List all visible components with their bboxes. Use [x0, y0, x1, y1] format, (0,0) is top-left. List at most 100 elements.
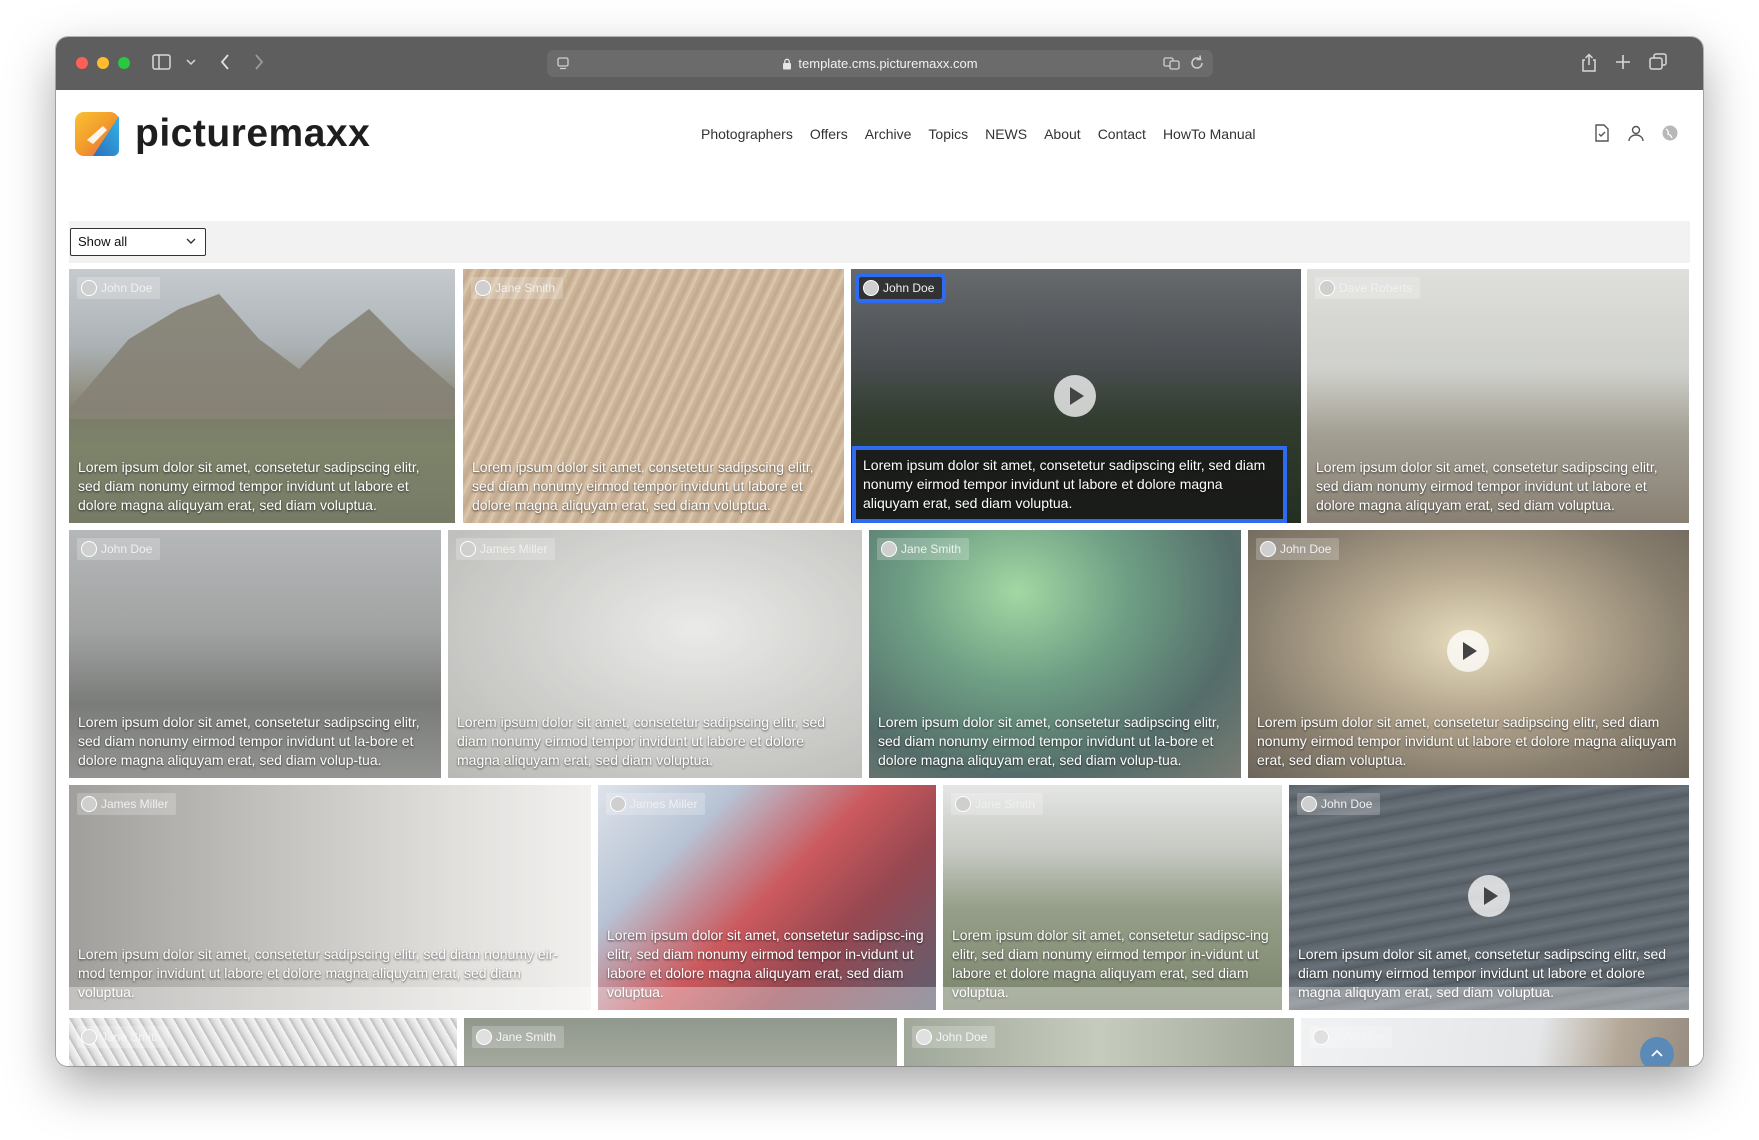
filter-select[interactable]: Show all — [70, 228, 206, 256]
chevron-up-icon — [1651, 1049, 1663, 1057]
media-tile[interactable]: John Doe Lorem ipsum dolor sit amet, con… — [1289, 785, 1689, 1010]
author-name: Jane Smith — [975, 797, 1036, 811]
minimize-window-button[interactable] — [97, 57, 109, 69]
media-tile[interactable]: Jane Smith Lorem ipsum dolor sit amet, c… — [943, 785, 1282, 1010]
nav-news[interactable]: NEWS — [985, 126, 1027, 142]
user-icon[interactable] — [1627, 124, 1645, 142]
avatar — [881, 541, 897, 557]
tile-caption: Lorem ipsum dolor sit amet, consetetur s… — [1257, 714, 1677, 768]
avatar — [610, 796, 626, 812]
tile-caption: Lorem ipsum dolor sit amet, consetetur s… — [457, 714, 826, 768]
author-name: James Miller — [480, 542, 548, 556]
lightbox-icon[interactable] — [1593, 124, 1611, 142]
back-icon[interactable] — [219, 53, 231, 71]
author-name: Jane Smith — [495, 281, 556, 295]
play-icon[interactable] — [1054, 375, 1096, 417]
avatar — [81, 796, 97, 812]
page-menu-icon[interactable] — [555, 55, 571, 71]
reload-icon[interactable] — [1189, 54, 1205, 72]
media-tile[interactable]: Jane Smith Lorem ipsum dolor sit amet, c… — [869, 530, 1241, 778]
media-tile[interactable]: John Doe Lorem ipsum dolor sit amet, con… — [69, 530, 441, 778]
author-badge[interactable]: John Doe — [1256, 538, 1340, 560]
author-name: John Doe — [1321, 797, 1373, 811]
avatar — [81, 541, 97, 557]
nav-topics[interactable]: Topics — [928, 126, 968, 142]
close-window-button[interactable] — [76, 57, 88, 69]
media-tile[interactable]: James Miller Lorem ipsum dolor sit amet,… — [69, 785, 591, 1010]
overlay — [56, 987, 1703, 1066]
forward-icon[interactable] — [253, 53, 265, 71]
filter-selected-value: Show all — [78, 234, 128, 249]
author-badge[interactable]: Jane Smith — [951, 793, 1044, 815]
site-header: picturemaxx Photographers Offers Archive… — [56, 90, 1703, 185]
tile-caption: Lorem ipsum dolor sit amet, consetetur s… — [78, 714, 420, 768]
nav-archive[interactable]: Archive — [865, 126, 912, 142]
author-badge[interactable]: John Doe — [77, 277, 161, 299]
avatar — [1319, 280, 1335, 296]
author-badge[interactable]: James Miller — [77, 793, 177, 815]
avatar — [81, 280, 97, 296]
author-badge[interactable]: John Doe — [1297, 793, 1381, 815]
tile-caption: Lorem ipsum dolor sit amet, consetetur s… — [852, 446, 1287, 523]
author-name: James Miller — [630, 797, 698, 811]
author-badge[interactable]: James Miller — [606, 793, 706, 815]
url-text: template.cms.picturemaxx.com — [798, 56, 978, 71]
author-badge[interactable]: Dave Roberts — [1315, 277, 1421, 299]
avatar — [460, 541, 476, 557]
avatar — [1301, 796, 1317, 812]
scroll-to-top-button[interactable] — [1640, 1037, 1674, 1066]
nav-contact[interactable]: Contact — [1098, 126, 1146, 142]
new-tab-icon[interactable] — [1614, 53, 1632, 71]
author-name: Dave Roberts — [1339, 281, 1413, 295]
chevron-down-icon[interactable] — [186, 59, 196, 67]
picturemaxx-logo-icon — [75, 112, 119, 156]
nav-offers[interactable]: Offers — [810, 126, 848, 142]
avatar — [1260, 541, 1276, 557]
avatar — [955, 796, 971, 812]
chevron-down-icon — [186, 238, 196, 244]
brand-logo[interactable]: picturemaxx — [73, 110, 370, 158]
author-name: John Doe — [101, 542, 153, 556]
web-page: picturemaxx Photographers Offers Archive… — [56, 90, 1703, 1066]
tile-caption: Lorem ipsum dolor sit amet, consetetur s… — [878, 714, 1220, 768]
brand-name: picturemaxx — [135, 112, 371, 155]
author-name: John Doe — [1280, 542, 1332, 556]
media-tile[interactable]: Dave Roberts Lorem ipsum dolor sit amet,… — [1307, 269, 1689, 523]
author-badge[interactable]: John Doe — [77, 538, 161, 560]
tab-overview-icon[interactable] — [1648, 53, 1668, 71]
nav-about[interactable]: About — [1044, 126, 1081, 142]
lock-icon — [783, 58, 792, 69]
browser-toolbar: template.cms.picturemaxx.com — [56, 37, 1703, 90]
author-badge[interactable]: Jane Smith — [471, 277, 564, 299]
author-name: John Doe — [883, 281, 935, 295]
nav-howto-manual[interactable]: HowTo Manual — [1163, 126, 1256, 142]
tile-caption: Lorem ipsum dolor sit amet, consetetur s… — [78, 459, 420, 513]
media-tile[interactable]: John Doe Lorem ipsum dolor sit amet, con… — [851, 269, 1301, 523]
author-badge[interactable]: James Miller — [456, 538, 556, 560]
author-name: Jane Smith — [901, 542, 962, 556]
zoom-window-button[interactable] — [118, 57, 130, 69]
author-badge[interactable]: John Doe — [854, 273, 947, 303]
author-badge[interactable]: Jane Smith — [877, 538, 970, 560]
tile-caption: Lorem ipsum dolor sit amet, consetetur s… — [472, 459, 814, 513]
play-icon[interactable] — [1468, 875, 1510, 917]
window-controls — [76, 57, 130, 69]
avatar — [863, 280, 879, 296]
browser-window: template.cms.picturemaxx.com picturemaxx… — [56, 37, 1703, 1066]
author-name: James Miller — [101, 797, 169, 811]
media-tile[interactable]: James Miller Lorem ipsum dolor sit amet,… — [448, 530, 862, 778]
translate-icon[interactable] — [1163, 54, 1181, 72]
media-tile[interactable]: John Doe Lorem ipsum dolor sit amet, con… — [69, 269, 455, 523]
address-bar[interactable]: template.cms.picturemaxx.com — [547, 50, 1213, 77]
media-tile[interactable]: Jane Smith Lorem ipsum dolor sit amet, c… — [463, 269, 844, 523]
media-tile[interactable]: John Doe Lorem ipsum dolor sit amet, con… — [1248, 530, 1689, 778]
header-actions — [1593, 124, 1679, 142]
sidebar-toggle-icon[interactable] — [152, 53, 172, 71]
media-tile[interactable]: James Miller Lorem ipsum dolor sit amet,… — [598, 785, 936, 1010]
globe-icon[interactable] — [1661, 124, 1679, 142]
play-icon[interactable] — [1447, 630, 1489, 672]
share-icon[interactable] — [1580, 53, 1598, 73]
nav-photographers[interactable]: Photographers — [701, 126, 793, 142]
main-nav: Photographers Offers Archive Topics NEWS… — [701, 126, 1256, 142]
tile-caption: Lorem ipsum dolor sit amet, consetetur s… — [1316, 459, 1658, 513]
